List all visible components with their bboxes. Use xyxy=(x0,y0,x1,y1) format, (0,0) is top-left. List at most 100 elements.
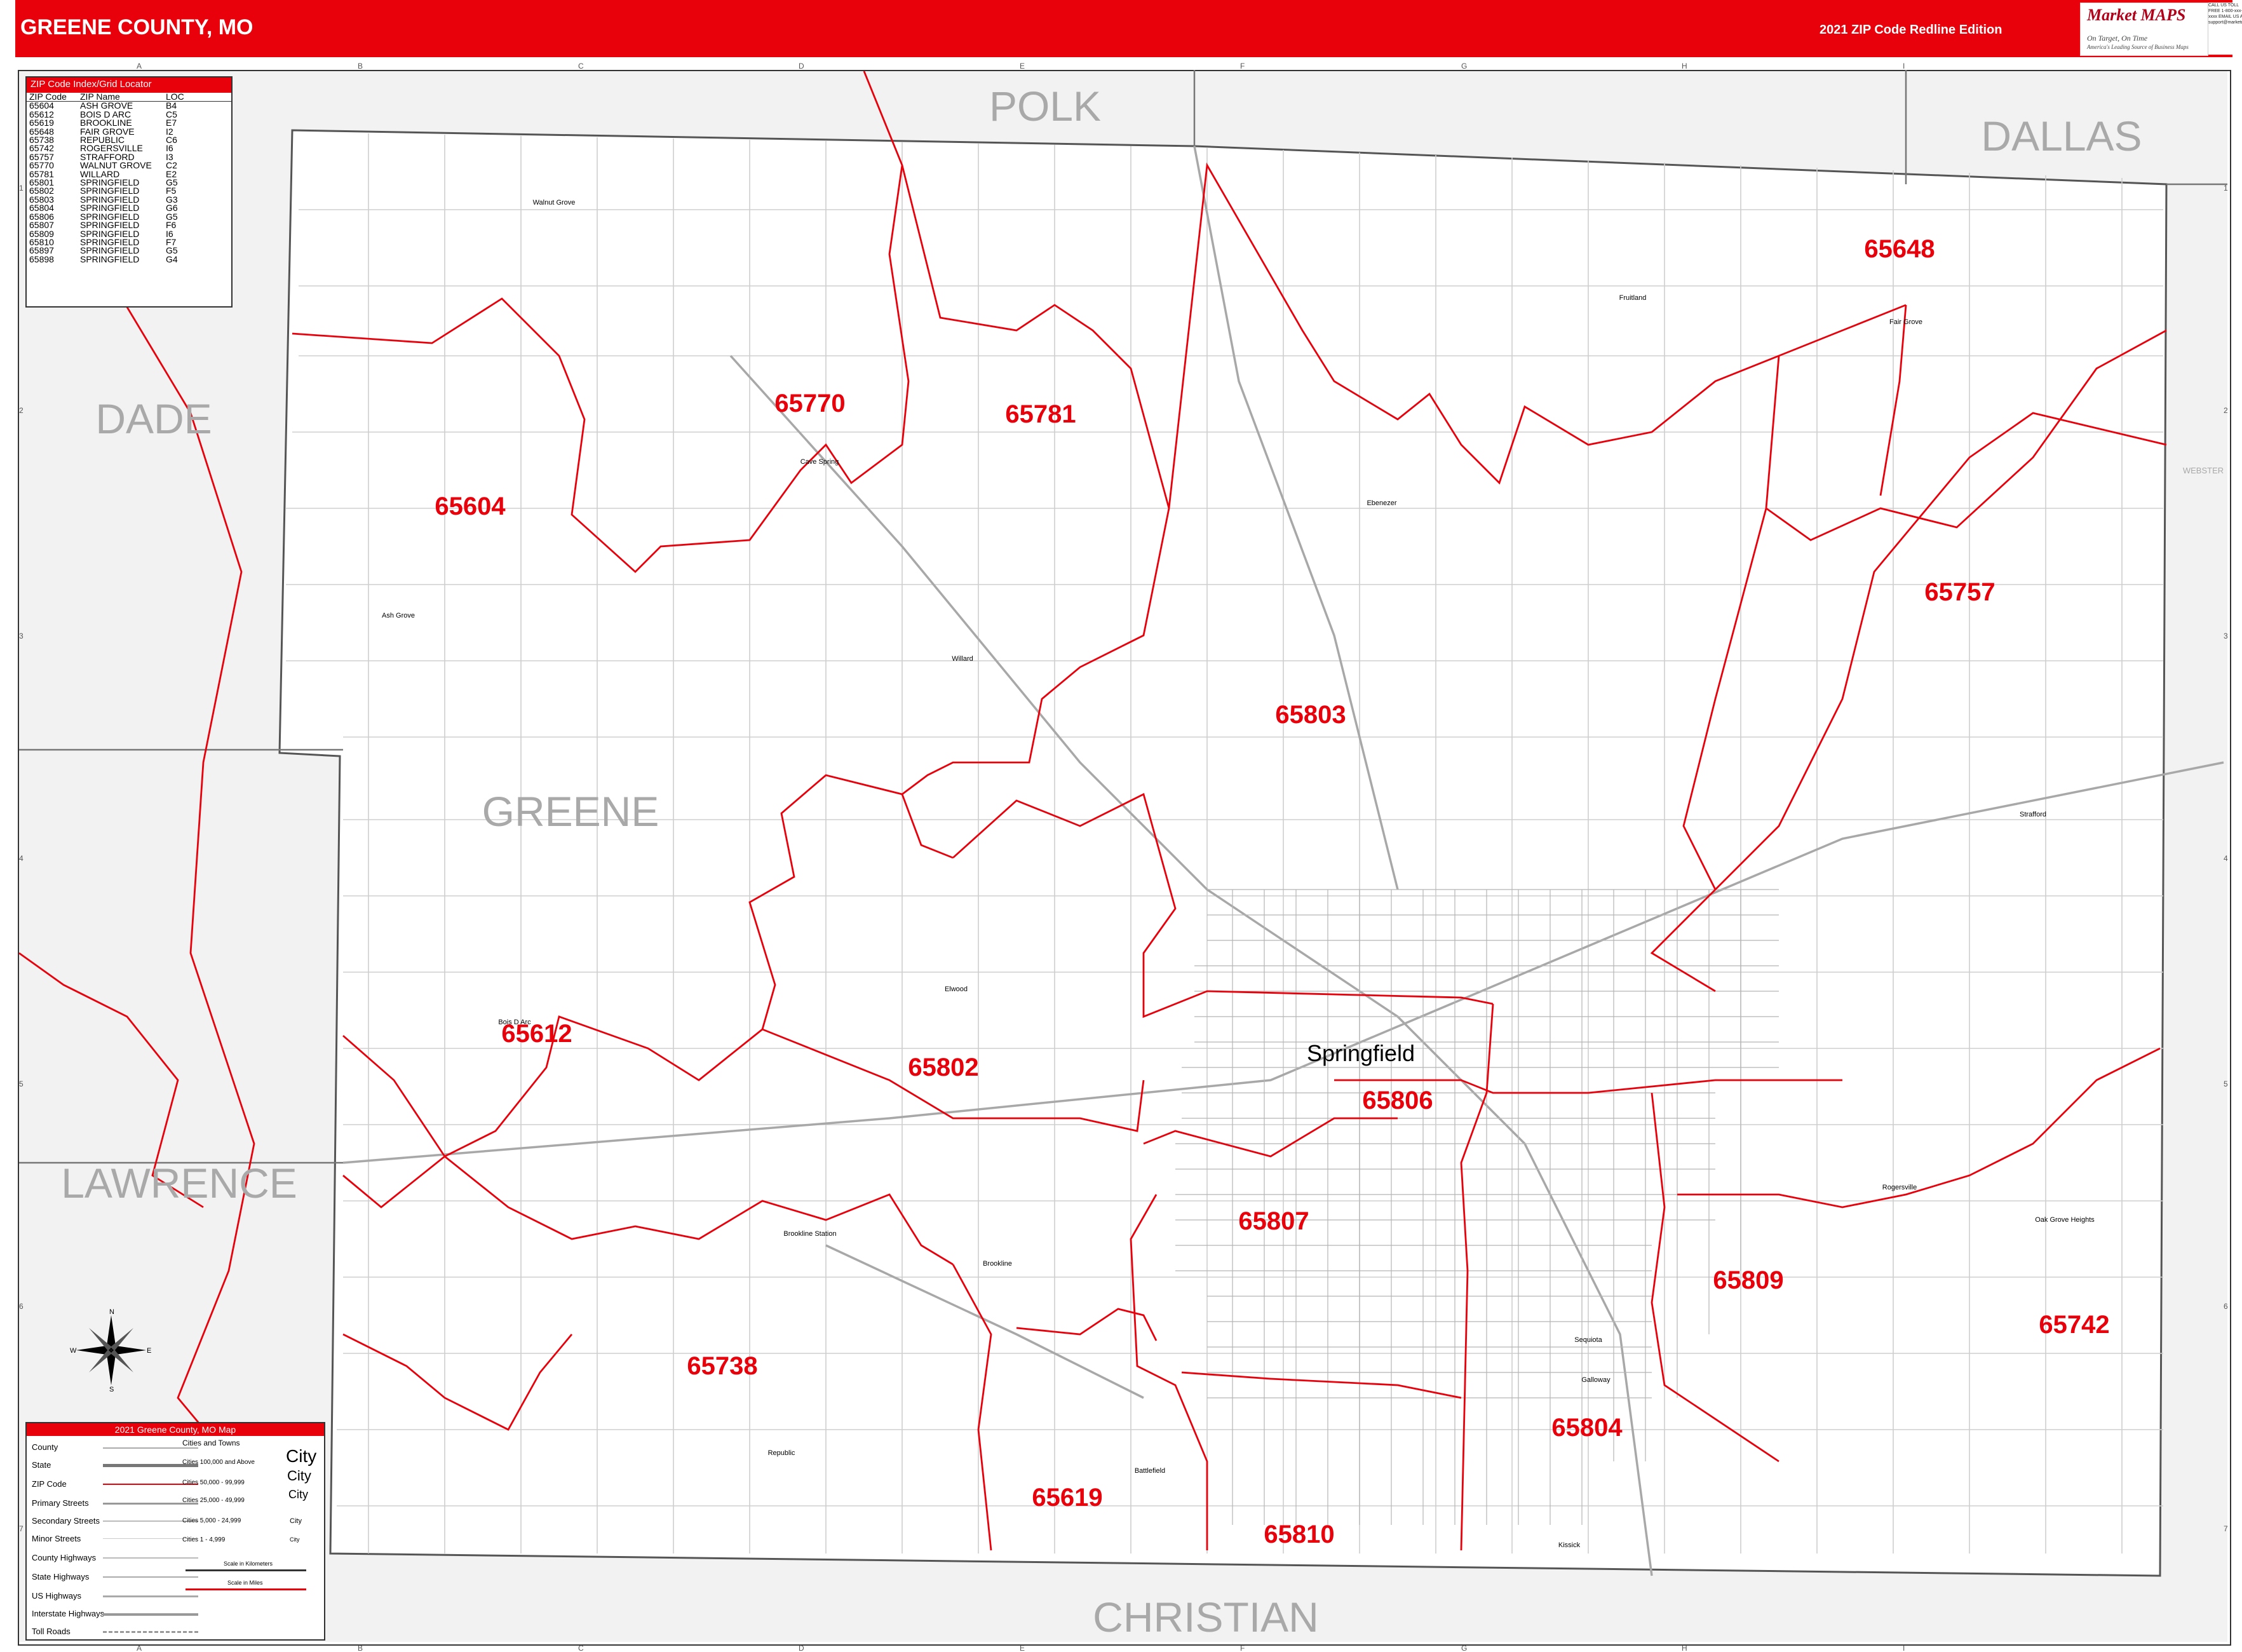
scale-km-bar xyxy=(186,1569,306,1571)
grid-col-label: G xyxy=(1461,1644,1467,1652)
place-label: Kissick xyxy=(1558,1541,1581,1549)
grid-col-label: G xyxy=(1461,62,1467,71)
zip-label: 65803 xyxy=(1275,701,1346,729)
map-legend: 2021 Greene County, MO Map County State … xyxy=(25,1422,325,1641)
grid-col-label: C xyxy=(578,1644,584,1652)
zip-label: 65804 xyxy=(1551,1414,1623,1442)
county-label-lawrence: LAWRENCE xyxy=(61,1160,297,1207)
place-label: Rogersville xyxy=(1882,1184,1917,1191)
grid-row-label: 1 xyxy=(19,184,24,193)
place-label: Bois D Arc xyxy=(498,1019,531,1026)
legend-item: County xyxy=(32,1442,58,1452)
city-sample: City xyxy=(287,1468,311,1484)
county-map[interactable]: 65648 65770 65781 65604 65757 65803 6561… xyxy=(0,0,2242,1652)
zip-code: 65898 xyxy=(29,254,54,264)
compass-n: N xyxy=(109,1309,114,1316)
col-zip: ZIP Code xyxy=(29,91,67,102)
legend-item: Primary Streets xyxy=(32,1498,89,1508)
grid-row-label: 4 xyxy=(2224,854,2228,863)
zip-name: SPRINGFIELD xyxy=(80,254,140,264)
grid-col-label: F xyxy=(1240,62,1245,71)
place-label: Sequiota xyxy=(1574,1336,1602,1344)
scale-km-label: Scale in Kilometers xyxy=(224,1561,273,1567)
legend-swatch xyxy=(103,1595,198,1597)
place-label: Fair Grove xyxy=(1889,318,1922,326)
zip-label: 65809 xyxy=(1713,1266,1783,1294)
legend-item: Toll Roads xyxy=(32,1627,71,1636)
city-class: Cities 50,000 - 99,999 xyxy=(182,1479,245,1486)
compass-s: S xyxy=(109,1386,114,1391)
legend-item: ZIP Code xyxy=(32,1479,67,1489)
city-sample: City xyxy=(290,1517,302,1525)
grid-row-label: 1 xyxy=(2224,184,2228,193)
grid-row-label: 5 xyxy=(19,1080,24,1088)
city-class: Cities 1 - 4,999 xyxy=(182,1536,226,1543)
zip-index-row: 65898 SPRINGFIELD G4 xyxy=(27,255,231,264)
compass-w: W xyxy=(70,1347,77,1355)
legend-item: County Highways xyxy=(32,1553,97,1562)
place-label-springfield: Springfield xyxy=(1307,1040,1415,1066)
zip-label: 65781 xyxy=(1005,400,1076,428)
county-label-christian: CHRISTIAN xyxy=(1093,1594,1319,1641)
zip-label: 65802 xyxy=(908,1053,978,1081)
county-label-webster: WEBSTER xyxy=(2183,466,2224,475)
grid-row-label: 5 xyxy=(2224,1080,2228,1088)
place-label: Brookline Station xyxy=(783,1230,836,1238)
legend-item: State Highways xyxy=(32,1572,90,1581)
col-loc: LOC xyxy=(166,91,184,102)
grid-col-label: H xyxy=(1682,1644,1687,1652)
grid-row-label: 2 xyxy=(2224,406,2228,415)
place-label: Brookline xyxy=(983,1260,1012,1268)
zip-label: 65738 xyxy=(687,1352,757,1380)
legend-swatch xyxy=(103,1613,198,1616)
place-label: Walnut Grove xyxy=(533,199,576,207)
zip-label: 65770 xyxy=(774,389,845,417)
grid-col-label: A xyxy=(137,62,142,71)
city-class: Cities 25,000 - 49,999 xyxy=(182,1497,245,1504)
scale-mi-label: Scale in Miles xyxy=(227,1580,263,1586)
legend-item: US Highways xyxy=(32,1591,82,1601)
greene-county-boundary xyxy=(278,129,2168,1577)
legend-item: Interstate Highways xyxy=(32,1609,105,1618)
grid-row-label: 6 xyxy=(19,1302,24,1311)
grid-col-label: H xyxy=(1682,62,1687,71)
place-label: Ash Grove xyxy=(382,612,415,620)
place-label: Elwood xyxy=(945,985,968,993)
scale-mi-bar xyxy=(186,1588,306,1590)
legend-swatch xyxy=(103,1576,198,1578)
legend-title: 2021 Greene County, MO Map xyxy=(27,1423,324,1436)
city-sample: City xyxy=(290,1536,300,1543)
grid-col-label: E xyxy=(1020,1644,1025,1652)
grid-row-label: 3 xyxy=(2224,632,2228,640)
grid-row-label: 3 xyxy=(19,632,24,640)
zip-index-rows: 65604 ASH GROVE B4 65612 BOIS D ARC C5 65619 BR… xyxy=(27,101,231,264)
grid-col-label: F xyxy=(1240,1644,1245,1652)
zip-index-row: 65648 FAIR GROVE I2 xyxy=(27,126,231,136)
legend-item: State xyxy=(32,1460,51,1470)
grid-col-label: B xyxy=(358,62,363,71)
place-label: Willard xyxy=(952,655,973,663)
place-label: Ebenezer xyxy=(1367,499,1396,507)
legend-swatch xyxy=(103,1447,198,1449)
place-label: Battlefield xyxy=(1135,1467,1165,1475)
grid-row-label: 7 xyxy=(2224,1524,2228,1533)
col-name: ZIP Name xyxy=(80,91,120,102)
grid-col-label: C xyxy=(578,62,584,71)
place-label: Republic xyxy=(768,1449,795,1457)
grid-loc: G4 xyxy=(166,254,178,264)
legend-swatch xyxy=(103,1631,198,1633)
county-label-dallas: DALLAS xyxy=(1981,112,2142,159)
grid-col-label: I xyxy=(1903,1644,1905,1652)
grid-row-label: 2 xyxy=(19,406,24,415)
city-class: Cities 5,000 - 24,999 xyxy=(182,1517,241,1524)
zip-label: 65619 xyxy=(1032,1484,1102,1512)
legend-item: Minor Streets xyxy=(32,1534,81,1543)
grid-col-label: D xyxy=(799,1644,804,1652)
zip-label: 65648 xyxy=(1864,235,1935,263)
grid-col-label: I xyxy=(1903,62,1905,71)
zip-index-title: ZIP Code Index/Grid Locator xyxy=(27,78,231,93)
zip-label: 65604 xyxy=(435,492,506,520)
grid-col-label: A xyxy=(137,1644,142,1652)
county-label-polk: POLK xyxy=(989,83,1101,130)
grid-col-label: D xyxy=(799,62,804,71)
